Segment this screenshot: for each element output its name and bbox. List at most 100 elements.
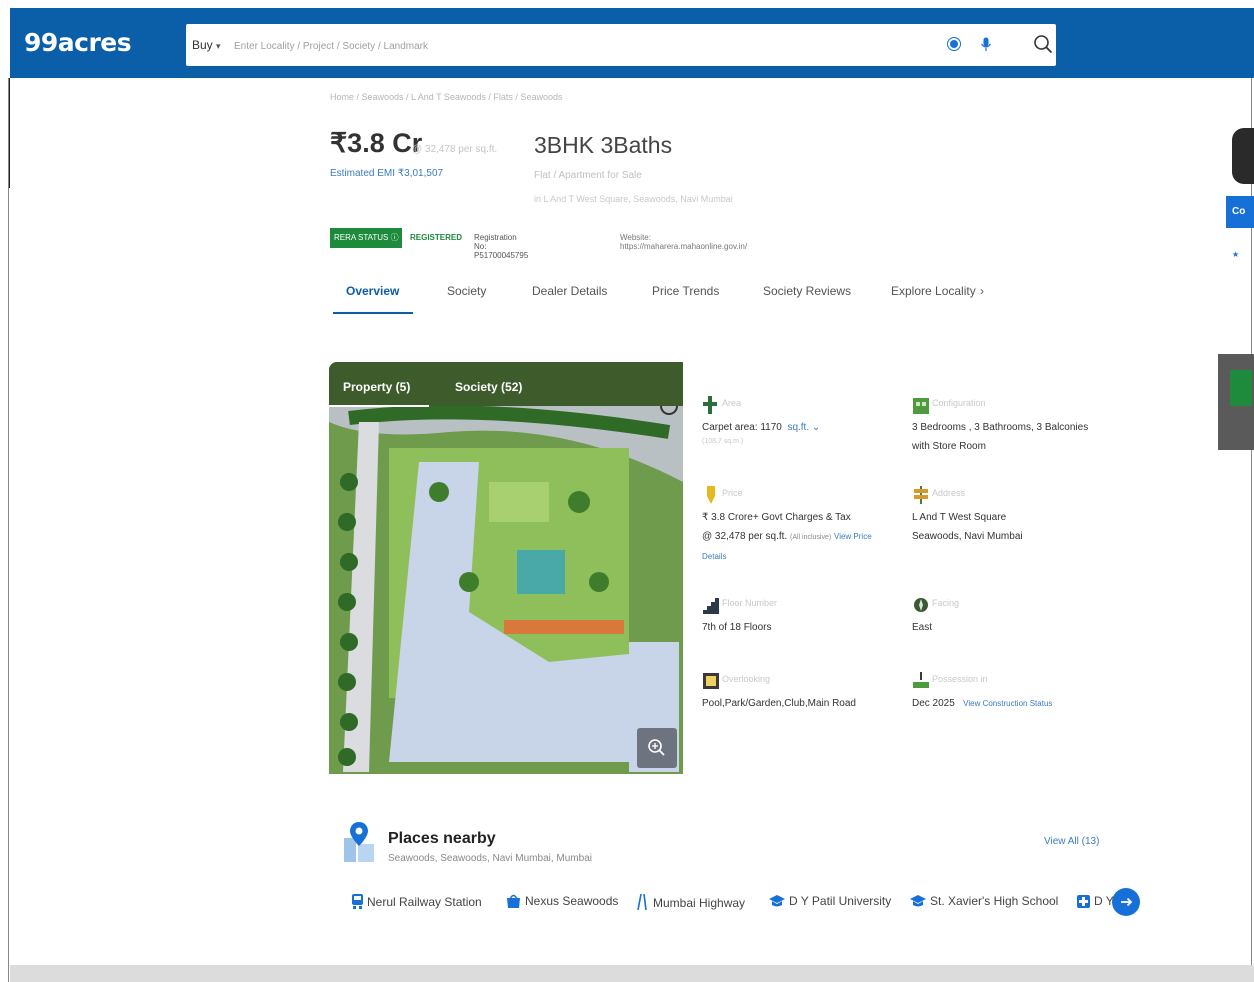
places-next-button[interactable]	[1112, 888, 1140, 916]
area-label: Area	[722, 398, 742, 408]
place-name: Nerul Railway Station	[367, 895, 482, 909]
price-inclusive-note: (All inclusive)	[789, 534, 832, 541]
zoom-in-icon	[648, 739, 665, 756]
arrow-right-icon	[1121, 897, 1133, 907]
configuration-label: Configuration	[932, 398, 986, 408]
place-chip-railway[interactable]: Nerul Railway Station	[352, 894, 482, 914]
tab-overview[interactable]: Overview	[346, 284, 399, 298]
place-chip-school[interactable]: St. Xavier's High School	[910, 894, 1058, 914]
tabs-next-chevron-icon[interactable]: ›	[980, 284, 984, 298]
configuration-value: 3 Bedrooms , 3 Bathrooms, 3 Balconies wi…	[912, 418, 1088, 456]
emi-link[interactable]: Estimated EMI ₹3,01,507	[330, 168, 443, 179]
gallery-tab-property[interactable]: Property (5)	[343, 380, 410, 394]
tab-dealer-details[interactable]: Dealer Details	[532, 284, 607, 298]
microphone-icon[interactable]	[978, 36, 994, 52]
listing-tabs: Overview Society Dealer Details Price Tr…	[330, 280, 1030, 316]
price-per-sqft: @ 32,478 per sq.ft.	[412, 144, 498, 155]
shopping-bag-icon	[507, 894, 520, 908]
configuration-icon	[913, 398, 929, 414]
gallery-tab-society[interactable]: Society (52)	[455, 380, 522, 394]
place-name: St. Xavier's High School	[930, 894, 1059, 908]
view-all-places-link[interactable]: View All (13)	[1044, 836, 1099, 847]
page-border-left	[8, 78, 9, 982]
price-value: ₹ 3.8 Crore+ Govt Charges & Tax @ 32,478…	[702, 508, 872, 566]
rera-badge-label: RERA STATUS	[334, 233, 389, 242]
facing-label: Facing	[932, 598, 960, 608]
place-chip-mall[interactable]: Nexus Seawoods	[506, 894, 618, 914]
overlooking-label: Overlooking	[722, 674, 771, 684]
tab-explore-locality[interactable]: Explore Locality	[891, 284, 976, 298]
site-logo[interactable]: 99acres	[24, 28, 132, 57]
places-nearby-title: Places nearby	[388, 830, 496, 847]
ad-badge	[1230, 370, 1252, 406]
listing-address-line: in L And T West Square, Seawoods, Navi M…	[534, 194, 733, 204]
area-unit-dropdown[interactable]: sq.ft.	[787, 422, 809, 433]
chevron-down-icon: ▾	[216, 41, 221, 51]
place-chip-university[interactable]: D Y Patil University	[769, 894, 891, 914]
configuration-line-2: with Store Room	[912, 441, 986, 452]
rera-status-badge[interactable]: RERA STATUS ⓘ	[330, 228, 402, 248]
tab-price-trends[interactable]: Price Trends	[652, 284, 719, 298]
site-plan-image	[329, 362, 683, 774]
floor-stairs-icon	[703, 598, 719, 614]
view-construction-status-link[interactable]: View Construction Status	[963, 699, 1052, 708]
address-value: L And T West Square Seawoods, Navi Mumba…	[912, 508, 1023, 546]
price-tag-icon	[707, 486, 715, 504]
hospital-icon	[1077, 895, 1090, 908]
floor-label: Floor Number	[722, 598, 778, 608]
possession-value: Dec 2025 View Construction Status	[912, 694, 1052, 713]
area-icon	[703, 396, 717, 414]
agent-avatar[interactable]	[1232, 128, 1254, 184]
search-icon[interactable]	[1032, 33, 1054, 55]
star-icon: ★	[1232, 250, 1240, 259]
floor-value: 7th of 18 Floors	[702, 622, 772, 633]
contact-button[interactable]: Co	[1226, 196, 1254, 228]
place-chip-highway[interactable]: Mumbai Highway	[635, 893, 746, 914]
places-nearby-subtitle: Seawoods, Seawoods, Navi Mumbai, Mumbai	[388, 853, 592, 864]
window-icon	[703, 673, 719, 689]
area-sub: (108.7 sq.m.)	[702, 438, 744, 445]
search-bar: Buy ▾	[186, 24, 1056, 66]
view-price-details-link-2[interactable]: Details	[702, 552, 726, 561]
property-type: Flat / Apartment for Sale	[534, 170, 642, 181]
compass-icon	[914, 598, 928, 612]
tab-society-reviews[interactable]: Society Reviews	[763, 284, 851, 298]
graduation-cap-icon	[910, 895, 926, 907]
address-line-2: Seawoods, Navi Mumbai	[912, 531, 1023, 542]
address-label: Address	[932, 488, 966, 498]
rera-registration-number: Registration No: P51700045795	[474, 233, 529, 260]
address-line-1: L And T West Square	[912, 512, 1007, 523]
road-icon	[637, 893, 647, 911]
train-icon	[352, 894, 363, 909]
listing-price: ₹3.8 Cr	[330, 128, 423, 158]
view-price-details-link[interactable]: View Price	[834, 532, 872, 541]
bottom-scroll-strip	[10, 965, 1254, 982]
signpost-icon	[914, 486, 928, 504]
carpet-area: Carpet area: 1170	[702, 422, 782, 433]
price-line-1: ₹ 3.8 Crore+ Govt Charges & Tax	[702, 512, 851, 523]
gallery-tabs: Property (5) Society (52)	[329, 362, 683, 407]
rera-registered-label: REGISTERED	[410, 233, 463, 242]
breadcrumb[interactable]: Home / Seawoods / L And T Seawoods / Fla…	[330, 92, 562, 102]
place-name: D Y Patil University	[789, 894, 892, 908]
gallery-tab-indicator	[329, 405, 429, 407]
place-name: Mumbai Highway	[653, 896, 746, 910]
buy-dropdown[interactable]: Buy ▾	[192, 38, 221, 52]
property-gallery[interactable]: Property (5) Society (52)	[329, 362, 683, 774]
possession-date: Dec 2025	[912, 698, 955, 709]
info-icon: ⓘ	[390, 233, 399, 242]
rera-website[interactable]: Website: https://maharera.mahaonline.gov…	[620, 233, 747, 251]
listing-title: 3BHK 3Baths	[534, 132, 673, 158]
possession-icon	[913, 672, 929, 688]
search-input[interactable]	[232, 34, 916, 58]
location-target-icon[interactable]	[946, 36, 962, 52]
side-ad-banner[interactable]	[1218, 354, 1254, 450]
area-value: Carpet area: 1170 sq.ft. ⌄	[702, 418, 820, 437]
price-line-2: @ 32,478 per sq.ft.	[702, 531, 788, 542]
page-border-left-dark	[9, 78, 10, 188]
place-chip-hospital[interactable]: D Y	[1077, 894, 1114, 914]
zoom-button[interactable]	[637, 728, 677, 768]
active-tab-indicator	[333, 312, 413, 314]
tab-society[interactable]: Society	[447, 284, 486, 298]
configuration-line-1: 3 Bedrooms , 3 Bathrooms, 3 Balconies	[912, 422, 1089, 433]
